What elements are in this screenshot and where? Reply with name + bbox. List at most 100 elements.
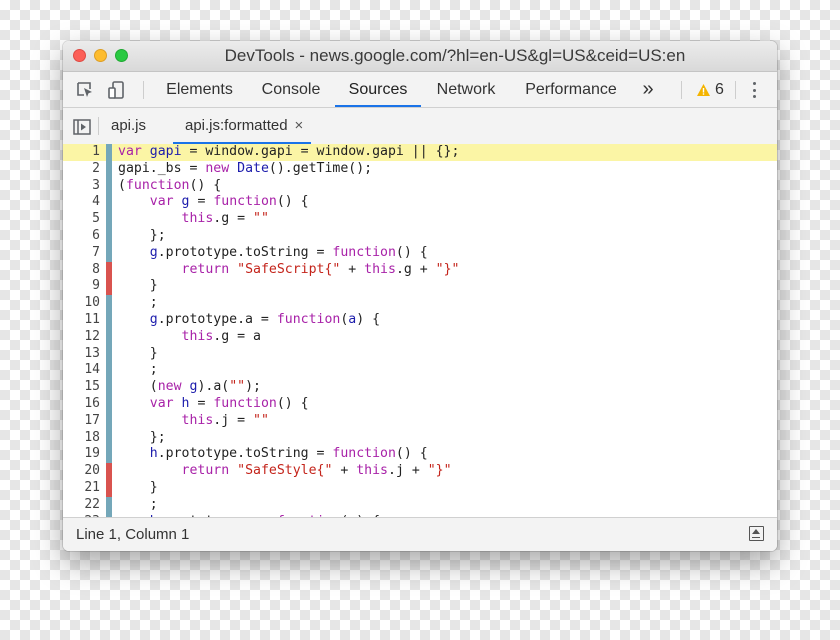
line-number[interactable]: 14 xyxy=(63,362,100,379)
code-text: }; xyxy=(118,228,166,243)
toolbar-separator xyxy=(681,81,682,99)
coverage-covered-marker xyxy=(106,412,112,430)
source-file-tabs: api.js api.js:formatted × xyxy=(63,108,777,145)
code-text: this.g = a xyxy=(181,328,261,344)
code-line[interactable]: 13 } xyxy=(63,345,777,363)
toolbar-separator xyxy=(143,81,144,99)
line-number[interactable]: 11 xyxy=(63,312,100,329)
file-tab-api-js-formatted[interactable]: api.js:formatted × xyxy=(173,108,312,144)
code-line[interactable]: 14 ; xyxy=(63,362,777,380)
code-line[interactable]: 16 var h = function() { xyxy=(63,396,777,413)
line-number[interactable]: 6 xyxy=(63,228,100,245)
code-line[interactable]: 4 var g = function() { xyxy=(63,194,777,212)
show-drawer-icon[interactable] xyxy=(749,526,764,541)
line-number[interactable]: 10 xyxy=(63,295,100,312)
line-number[interactable]: 8 xyxy=(63,262,100,279)
close-tab-icon[interactable]: × xyxy=(295,117,304,134)
code-line[interactable]: 19 h.prototype.toString = function() { xyxy=(63,446,777,464)
coverage-uncovered-marker xyxy=(106,261,112,279)
coverage-covered-marker xyxy=(106,228,112,245)
coverage-covered-marker xyxy=(106,244,112,262)
code-line[interactable]: 2 gapi._bs = new Date().getTime(); xyxy=(63,160,777,178)
code-line[interactable]: 6 }; xyxy=(63,228,777,245)
tab-performance[interactable]: Performance xyxy=(515,72,627,107)
line-number[interactable]: 5 xyxy=(63,211,100,228)
line-number[interactable]: 16 xyxy=(63,396,100,413)
device-toolbar-icon[interactable] xyxy=(105,72,129,107)
tab-console[interactable]: Console xyxy=(249,72,333,107)
code-line[interactable]: 7 g.prototype.toString = function() { xyxy=(63,244,777,262)
coverage-covered-marker xyxy=(106,211,112,228)
code-line[interactable]: 22 ; xyxy=(63,496,777,514)
code-text: g.prototype.toString = function() { xyxy=(149,244,428,260)
coverage-covered-marker xyxy=(106,345,112,363)
code-text: this.g = "" xyxy=(181,211,269,227)
tab-network[interactable]: Network xyxy=(425,72,507,107)
code-text: ; xyxy=(118,496,158,512)
line-number[interactable]: 1 xyxy=(63,144,100,161)
line-number[interactable]: 22 xyxy=(63,497,100,514)
code-line[interactable]: 5 this.g = "" xyxy=(63,211,777,228)
coverage-covered-marker xyxy=(106,496,112,514)
code-line[interactable]: 17 this.j = "" xyxy=(63,412,777,430)
code-line[interactable]: 12 this.g = a xyxy=(63,328,777,346)
coverage-covered-marker xyxy=(106,144,112,161)
line-number[interactable]: 13 xyxy=(63,346,100,363)
code-line[interactable]: 15 (new g).a(""); xyxy=(63,379,777,396)
warnings-counter[interactable]: 6 xyxy=(696,72,724,107)
code-editor[interactable]: 1 var gapi = window.gapi = window.gapi ||… xyxy=(63,144,777,517)
title-bar[interactable]: DevTools - news.google.com/?hl=en-US&gl=… xyxy=(63,41,777,72)
code-text: gapi._bs = new Date().getTime(); xyxy=(118,160,373,176)
code-text: h.prototype.toString = function() { xyxy=(149,446,428,462)
window-title: DevTools - news.google.com/?hl=en-US&gl=… xyxy=(224,46,686,65)
close-window-button[interactable] xyxy=(73,49,86,62)
line-number[interactable]: 15 xyxy=(63,379,100,396)
tab-elements[interactable]: Elements xyxy=(156,72,243,107)
inspect-element-icon[interactable] xyxy=(73,72,97,107)
line-number[interactable]: 7 xyxy=(63,245,100,262)
coverage-covered-marker xyxy=(106,446,112,464)
minimize-window-button[interactable] xyxy=(94,49,107,62)
code-text: var gapi = window.gapi = window.gapi || … xyxy=(118,144,460,159)
file-tab-api-js[interactable]: api.js xyxy=(111,108,161,144)
coverage-covered-marker xyxy=(106,312,112,329)
line-number[interactable]: 17 xyxy=(63,413,100,430)
line-number[interactable]: 20 xyxy=(63,463,100,480)
line-number[interactable]: 9 xyxy=(63,278,100,295)
coverage-covered-marker xyxy=(106,379,112,396)
line-number[interactable]: 4 xyxy=(63,194,100,211)
code-line[interactable]: 3 (function() { xyxy=(63,177,777,195)
toolbar-separator xyxy=(735,81,736,99)
coverage-uncovered-marker xyxy=(106,278,112,296)
more-tabs-button[interactable]: » xyxy=(635,72,661,107)
zoom-window-button[interactable] xyxy=(115,49,128,62)
cursor-position: Line 1, Column 1 xyxy=(76,526,190,543)
code-line[interactable]: 11 g.prototype.a = function(a) { xyxy=(63,312,777,329)
code-line[interactable]: 1 var gapi = window.gapi = window.gapi ||… xyxy=(63,144,777,161)
more-options-icon[interactable] xyxy=(751,82,757,98)
code-line[interactable]: 20 return "SafeStyle{" + this.j + "}" xyxy=(63,463,777,480)
line-number[interactable]: 21 xyxy=(63,480,100,497)
file-tab-label: api.js:formatted xyxy=(185,117,288,134)
code-line[interactable]: 18 }; xyxy=(63,429,777,447)
code-line[interactable]: 10 ; xyxy=(63,295,777,312)
code-text: (function() { xyxy=(118,177,222,193)
warning-icon xyxy=(697,83,710,96)
coverage-covered-marker xyxy=(106,177,112,195)
code-line[interactable]: 8 return "SafeScript{" + this.g + "}" xyxy=(63,261,777,279)
code-line[interactable]: 9 } xyxy=(63,278,777,296)
line-number[interactable]: 18 xyxy=(63,430,100,447)
line-number[interactable]: 12 xyxy=(63,329,100,346)
code-text: } xyxy=(118,278,158,294)
line-number[interactable]: 2 xyxy=(63,161,100,178)
coverage-covered-marker xyxy=(106,362,112,380)
coverage-covered-marker xyxy=(106,429,112,447)
toggle-navigator-icon[interactable] xyxy=(71,109,93,145)
code-line[interactable]: 21 } xyxy=(63,480,777,497)
coverage-uncovered-marker xyxy=(106,463,112,480)
code-text: (new g).a(""); xyxy=(118,379,261,395)
line-number[interactable]: 3 xyxy=(63,178,100,195)
line-number[interactable]: 19 xyxy=(63,446,100,463)
coverage-covered-marker xyxy=(106,160,112,178)
tab-sources[interactable]: Sources xyxy=(335,72,421,107)
